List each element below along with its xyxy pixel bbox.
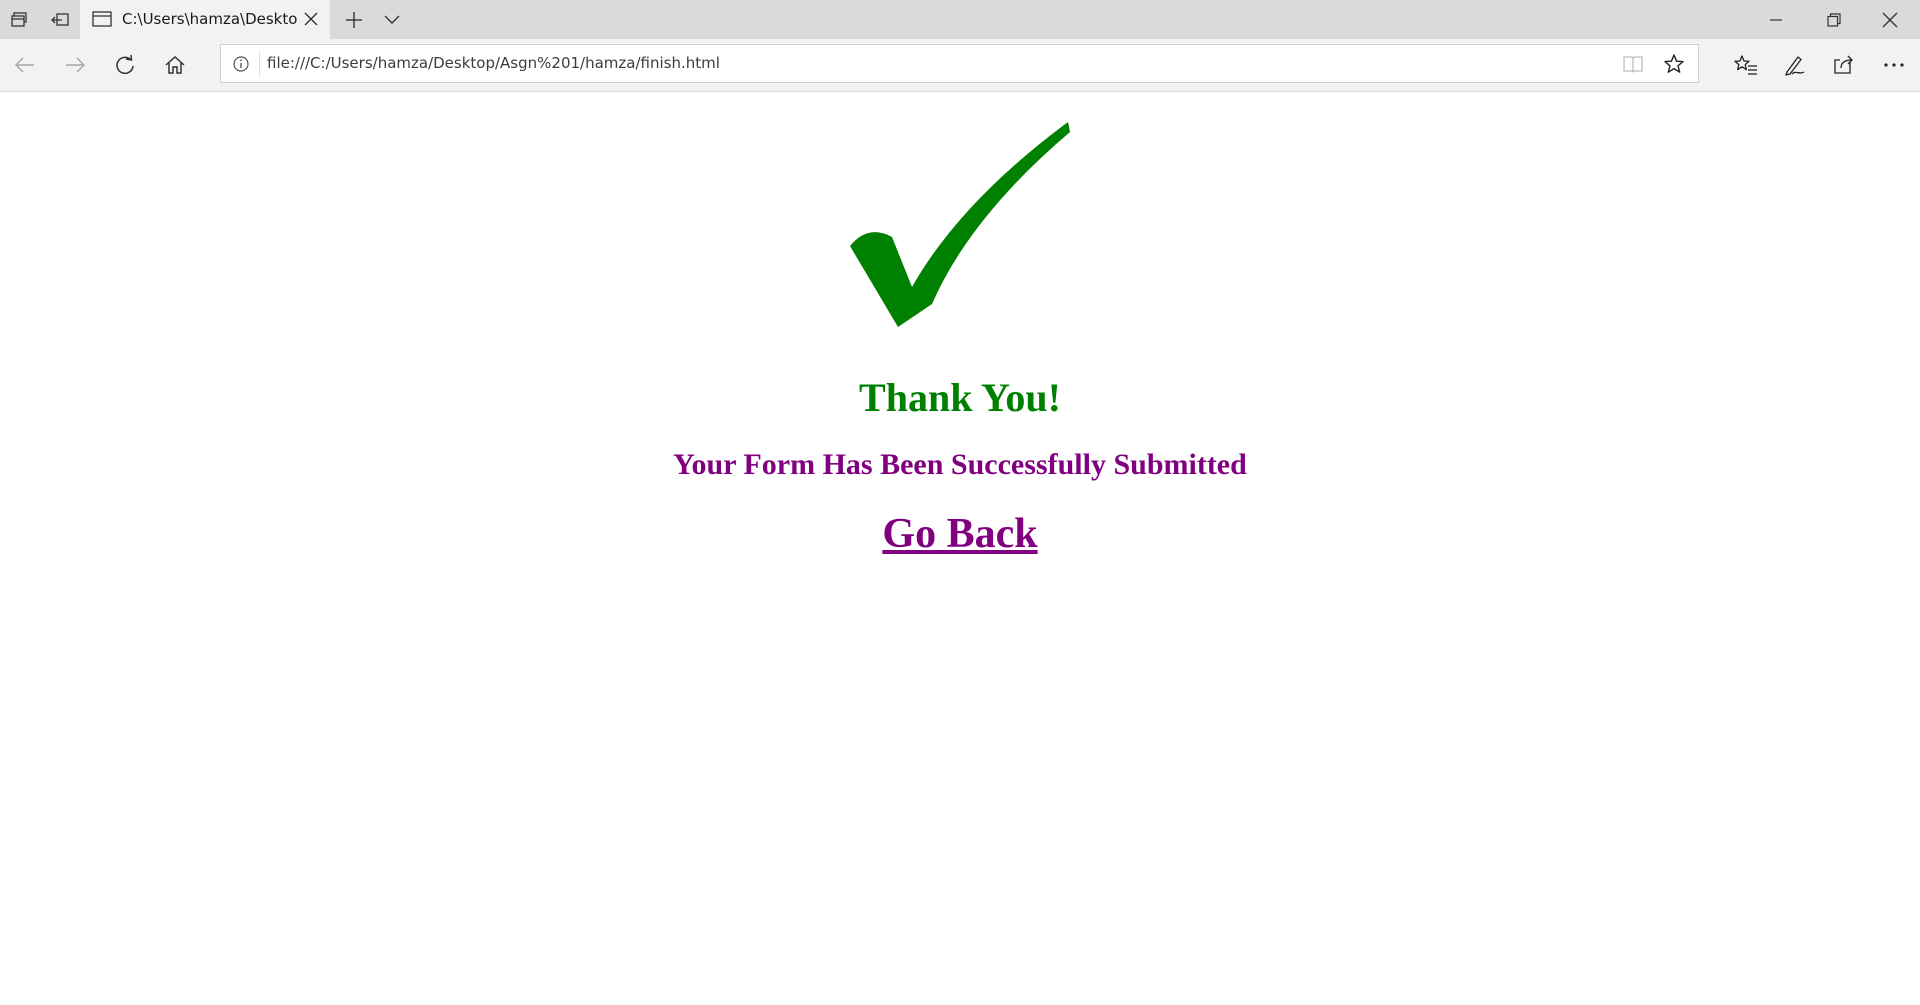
tab-bar: C:\Users\hamza\Deskto: [0, 0, 1920, 39]
submission-success-message: Your Form Has Been Successfully Submitte…: [673, 448, 1247, 481]
checkmark-icon: [850, 122, 1070, 332]
page-content: Thank You! Your Form Has Been Successful…: [0, 92, 1920, 1005]
share-icon[interactable]: [1824, 45, 1864, 85]
info-icon[interactable]: [231, 54, 251, 74]
active-tab[interactable]: C:\Users\hamza\Deskto: [80, 0, 330, 39]
tab-manager-icon[interactable]: [0, 0, 40, 39]
url-text[interactable]: file:///C:/Users/hamza/Desktop/Asgn%201/…: [267, 54, 720, 72]
close-icon[interactable]: [300, 8, 322, 30]
address-bar[interactable]: file:///C:/Users/hamza/Desktop/Asgn%201/…: [220, 44, 1699, 83]
home-icon[interactable]: [155, 45, 195, 85]
tab-title: C:\Users\hamza\Deskto: [122, 10, 297, 28]
close-icon[interactable]: [1862, 0, 1918, 39]
page-icon: [92, 9, 112, 29]
set-aside-tabs-icon[interactable]: [40, 0, 80, 39]
thank-you-heading: Thank You!: [859, 375, 1061, 420]
more-icon[interactable]: [1874, 45, 1914, 85]
arrow-right-icon[interactable]: [55, 45, 95, 85]
star-icon[interactable]: [1663, 53, 1685, 75]
plus-icon[interactable]: [334, 0, 374, 39]
url-separator: [259, 51, 260, 77]
arrow-left-icon[interactable]: [5, 45, 45, 85]
book-icon[interactable]: [1622, 53, 1644, 75]
favorites-list-icon[interactable]: [1726, 45, 1766, 85]
minimize-icon[interactable]: [1748, 0, 1804, 39]
chevron-down-icon[interactable]: [372, 0, 412, 39]
navigation-bar: file:///C:/Users/hamza/Desktop/Asgn%201/…: [0, 39, 1920, 92]
restore-icon[interactable]: [1806, 0, 1862, 39]
go-back-link[interactable]: Go Back: [882, 511, 1037, 557]
go-back-container: Go Back: [0, 510, 1920, 558]
refresh-icon[interactable]: [105, 45, 145, 85]
pen-icon[interactable]: [1775, 45, 1815, 85]
